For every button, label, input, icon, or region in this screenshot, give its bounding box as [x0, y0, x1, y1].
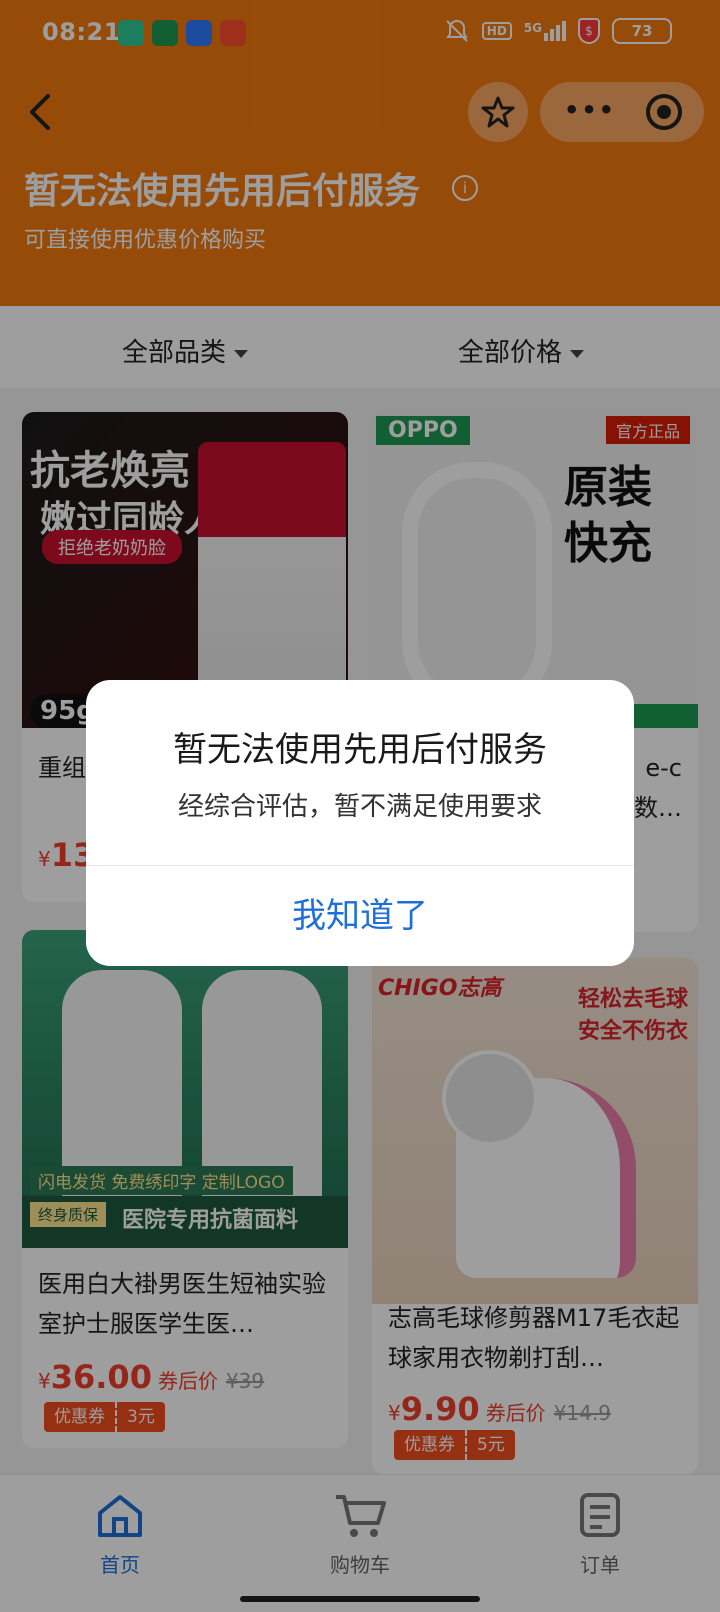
dialog-confirm-button[interactable]: 我知道了: [86, 866, 634, 966]
dialog-message: 经综合评估，暂不满足使用要求: [177, 792, 542, 822]
dialog-title: 暂无法使用先用后付服务: [173, 730, 547, 770]
alert-dialog: 暂无法使用先用后付服务 经综合评估，暂不满足使用要求 我知道了: [86, 680, 634, 966]
